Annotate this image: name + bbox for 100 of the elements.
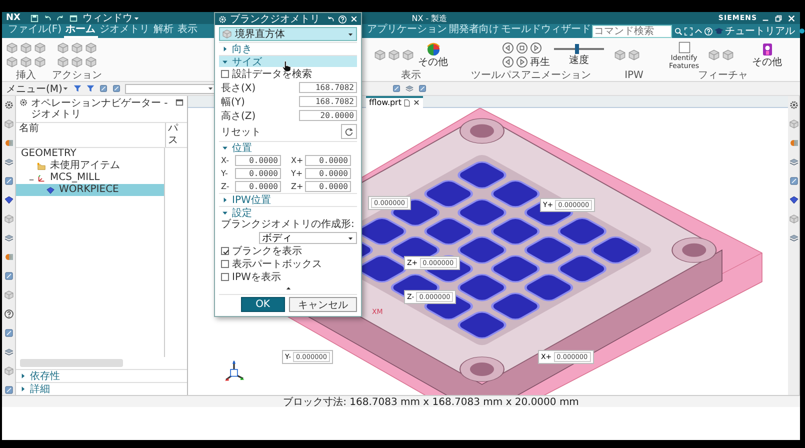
group-label: IPW <box>624 70 644 81</box>
tool-icon[interactable] <box>4 385 14 395</box>
redo-icon[interactable] <box>56 14 66 22</box>
ok-button[interactable]: OK <box>240 297 285 312</box>
layers-icon[interactable] <box>405 84 414 93</box>
forward-icon[interactable] <box>516 56 528 68</box>
checkbox[interactable] <box>221 260 229 268</box>
rewind-icon[interactable] <box>502 56 514 68</box>
section-header[interactable]: 向き <box>219 42 357 54</box>
play-button[interactable]: 再生 <box>530 56 550 68</box>
menu-tab[interactable]: アプリケーション <box>366 24 448 38</box>
caret-icon <box>62 85 70 92</box>
number-field[interactable]: 0.0000 <box>305 168 351 178</box>
menu-tab[interactable]: モールドウィザード <box>500 24 592 38</box>
number-field[interactable]: 0.0000 <box>305 154 351 166</box>
reset-button[interactable] <box>341 124 357 139</box>
checkbox[interactable] <box>221 247 229 255</box>
part-icon[interactable] <box>788 138 798 148</box>
tool-icon[interactable] <box>418 84 428 93</box>
menu-button[interactable]: メニュー(M) <box>6 82 70 96</box>
chevron-up-icon[interactable] <box>694 26 703 36</box>
checkbox-label: ブランクを表示 <box>232 244 302 258</box>
tutorial-link[interactable]: チュートリアル <box>725 24 797 38</box>
search-icon[interactable] <box>674 26 683 36</box>
layers-icon[interactable] <box>788 157 798 167</box>
number-field[interactable]: 20.0000 <box>299 110 357 121</box>
tree-item[interactable]: GEOMETRY <box>16 148 165 160</box>
layers-icon[interactable] <box>4 233 14 243</box>
layers-icon[interactable] <box>4 157 14 167</box>
tool-icon[interactable] <box>112 84 122 93</box>
folder-icon <box>37 162 46 170</box>
app-logo: NX <box>6 13 20 23</box>
more-button[interactable]: その他 <box>418 42 448 68</box>
slider-thumb[interactable] <box>574 44 578 54</box>
cube-icon <box>6 42 18 54</box>
tree-item[interactable]: 未使用アイテム <box>16 160 165 172</box>
diamond-icon[interactable] <box>788 195 798 205</box>
section-header[interactable]: 位置 <box>219 141 357 153</box>
save-icon[interactable] <box>30 14 40 22</box>
part-icon[interactable] <box>4 252 14 262</box>
column-header[interactable]: 名前 <box>16 123 165 147</box>
tool-icon[interactable] <box>392 84 402 93</box>
file-tab[interactable]: fflow.prt <box>366 96 424 108</box>
cancel-button[interactable]: キャンセル <box>289 297 357 312</box>
stop-icon[interactable] <box>516 42 528 54</box>
layers-icon[interactable] <box>4 347 14 357</box>
type-dropdown[interactable]: 境界直方体 <box>219 27 357 41</box>
undo-icon[interactable] <box>43 14 52 22</box>
reset-icon[interactable] <box>326 14 335 24</box>
shape-dropdown[interactable]: ボディ <box>259 232 357 244</box>
coordinate-system-icon <box>37 174 46 182</box>
more-button[interactable]: その他 <box>752 42 782 68</box>
menu-tab[interactable]: ジオメトリ <box>98 24 152 38</box>
menu-tab[interactable]: 開発者向け <box>448 24 500 38</box>
close-icon[interactable] <box>413 99 420 106</box>
tool-icon[interactable] <box>4 271 14 281</box>
circle-icon[interactable] <box>798 27 805 35</box>
section-header[interactable]: 設定 <box>219 206 357 218</box>
number-field[interactable]: 0.0000 <box>235 180 281 192</box>
panel-header[interactable]: 依存性 <box>16 369 187 382</box>
collapse-icon[interactable] <box>284 285 292 292</box>
checkbox[interactable] <box>221 273 229 281</box>
tool-icon[interactable] <box>4 328 14 338</box>
column-header[interactable]: パス <box>165 123 187 147</box>
checkbox[interactable] <box>221 70 229 78</box>
tool-icon[interactable] <box>4 176 14 186</box>
field-label: Y+ <box>291 168 303 178</box>
fullscreen-icon[interactable] <box>684 26 693 36</box>
window-icon[interactable] <box>175 98 184 107</box>
play-icon[interactable] <box>530 42 542 54</box>
tool-icon[interactable] <box>99 84 108 93</box>
tree-item[interactable]: WORKPIECE <box>16 184 165 196</box>
step-back-icon[interactable] <box>502 42 514 54</box>
tool-icon[interactable] <box>788 176 798 186</box>
part-icon[interactable] <box>4 138 14 148</box>
number-field[interactable]: 168.7082 <box>299 82 357 93</box>
section-header[interactable]: サイズ <box>219 55 357 67</box>
gear-icon[interactable] <box>788 100 798 110</box>
number-field[interactable]: 0.0000 <box>305 180 351 192</box>
menu-tab[interactable]: ファイル(F) <box>6 24 64 38</box>
command-search-field[interactable]: コマンド検索 <box>592 24 672 38</box>
cube-icon <box>402 49 414 61</box>
cube-icon <box>388 49 400 61</box>
help-icon[interactable] <box>4 309 14 319</box>
section-header[interactable]: IPW位置 <box>219 193 357 205</box>
layers-icon[interactable] <box>788 233 798 243</box>
number-field[interactable]: 168.7082 <box>299 96 357 107</box>
restore-icon[interactable] <box>774 14 783 22</box>
field-label: Z+ <box>291 182 303 190</box>
diamond-icon[interactable] <box>4 195 14 205</box>
number-field[interactable]: 0.0000 <box>235 154 281 166</box>
cube-icon <box>34 56 46 68</box>
window-title: NX - 製造 <box>412 12 448 24</box>
scrollbar[interactable] <box>20 359 123 367</box>
menu-tab[interactable]: 解析 <box>152 24 176 38</box>
window-menu-button[interactable]: ウィンドウ <box>82 11 140 25</box>
tree-item[interactable]: MCS_MILL <box>16 172 165 184</box>
field-label: 長さ(X) <box>221 82 256 94</box>
number-field[interactable]: 0.0000 <box>235 168 281 178</box>
menu-tab[interactable]: 表示 <box>176 24 200 38</box>
